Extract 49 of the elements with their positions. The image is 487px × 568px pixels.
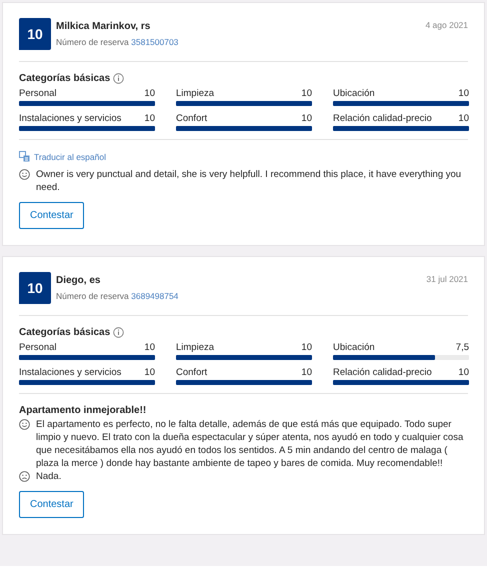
- guest-name: Diego, es: [56, 275, 102, 286]
- comment-text: El apartamento es perfecto, no le falta detalle, además de que está más que equipado. Todo super limpio y nuevo. El trato con la dueña espectacular y súper atenta, nos ayudó en todo y cualquier cosa que necesitábamos ella nos ayudó en todos los sentidos. A 5 min andando del centro de malaga ( plaza la merce ) donde hay bastante ambiente de tapeo y bares de comida. Muy recomendable!!: [36, 418, 464, 470]
- reply-button[interactable]: Contestar: [19, 491, 84, 518]
- review-title: Apartamento inmejorable!!: [19, 405, 148, 416]
- smiley-icon: [19, 169, 30, 180]
- category-score: 10: [458, 367, 469, 378]
- guest-name: Milkica Marinkov, rs: [56, 21, 152, 32]
- category-name: Confort: [176, 367, 208, 378]
- info-icon[interactable]: [113, 327, 124, 338]
- category-name: Limpieza: [176, 88, 214, 99]
- category-name: Instalaciones y servicios: [19, 367, 122, 378]
- sad-face-icon: [19, 471, 30, 482]
- category-name: Personal: [19, 342, 56, 353]
- category-name: Ubicación: [333, 88, 375, 99]
- category-score: 10: [144, 88, 155, 99]
- category-name: Relación calidad-precio: [333, 367, 432, 378]
- category-score: 10: [458, 88, 469, 99]
- category-score: 10: [301, 88, 312, 99]
- comment-text: Nada.: [36, 470, 62, 483]
- reservation-number[interactable]: 3689498754: [131, 291, 178, 301]
- category-name: Confort: [176, 113, 208, 124]
- categories-title: Categorías básicas: [19, 73, 110, 84]
- smiley-icon: [19, 419, 30, 430]
- category-name: Instalaciones y servicios: [19, 113, 122, 124]
- score-badge: 10: [19, 272, 51, 304]
- category-score: 10: [144, 367, 155, 378]
- info-icon[interactable]: [113, 73, 124, 84]
- category-score: 10: [301, 113, 312, 124]
- reservation-label: Número de reserva: [56, 37, 129, 47]
- translate-link[interactable]: Traducir al español: [34, 152, 106, 162]
- category-name: Limpieza: [176, 342, 214, 353]
- reply-button[interactable]: Contestar: [19, 202, 84, 229]
- review-date: 31 jul 2021: [426, 273, 468, 284]
- review-date: 4 ago 2021: [425, 19, 468, 30]
- category-score: 10: [301, 342, 312, 353]
- category-score: 10: [144, 342, 155, 353]
- category-name: Personal: [19, 88, 56, 99]
- category-name: Relación calidad-precio: [333, 113, 432, 124]
- category-score: 7,5: [456, 342, 469, 353]
- score-badge: 10: [19, 18, 51, 50]
- translate-icon: [19, 151, 30, 162]
- category-score: 10: [144, 113, 155, 124]
- comment-text: Owner is very punctual and detail, she is very helpfull. I recommend this place, it have everything you need.: [36, 168, 462, 194]
- reservation-label: Número de reserva: [56, 291, 129, 301]
- category-score: 10: [458, 113, 469, 124]
- categories-title: Categorías básicas: [19, 327, 110, 338]
- category-name: Ubicación: [333, 342, 375, 353]
- category-score: 10: [301, 367, 312, 378]
- reservation-number[interactable]: 3581500703: [131, 37, 178, 47]
